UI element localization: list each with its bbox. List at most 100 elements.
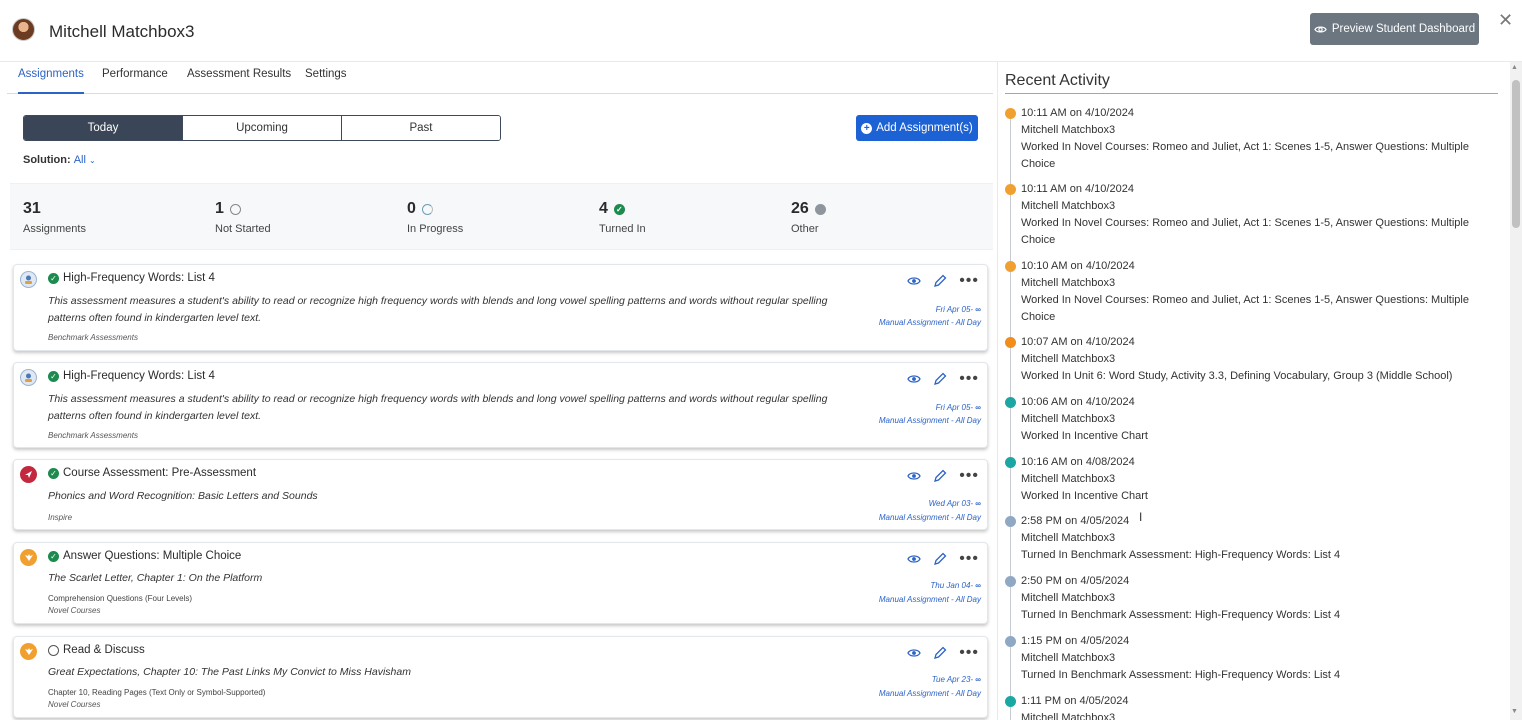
- assignment-title[interactable]: ✓ Answer Questions: Multiple Choice: [48, 550, 241, 562]
- eye-icon[interactable]: [907, 471, 921, 481]
- assignment-activity-type: Comprehension Questions (Four Levels): [48, 594, 193, 603]
- check-icon: ✓: [48, 370, 59, 382]
- segment-today[interactable]: Today: [24, 116, 183, 140]
- infinity-icon: ∞: [975, 305, 981, 314]
- tab-assignments[interactable]: Assignments: [18, 68, 84, 94]
- stat-value: 1: [215, 200, 224, 217]
- assignment-type: Manual Assignment - All Day: [878, 416, 981, 425]
- not-started-icon: [229, 203, 241, 215]
- assignment-card[interactable]: ✓ High-Frequency Words: List 4 This asses…: [13, 362, 988, 448]
- activity-time: 10:11 AM on 4/10/2024: [1021, 107, 1134, 119]
- assignment-description: Phonics and Word Recognition: Basic Lett…: [48, 490, 318, 502]
- assignment-stats: 31 Assignments 1 Not Started 0 In Progre…: [10, 183, 993, 250]
- close-icon[interactable]: ✕: [1498, 10, 1513, 31]
- benchmark-icon: [1005, 636, 1016, 647]
- assignment-title-text: Answer Questions: Multiple Choice: [63, 550, 242, 562]
- more-options-icon[interactable]: •••: [959, 551, 979, 567]
- novel-courses-icon: [20, 549, 37, 566]
- student-tabs: Assignments Performance Assessment Resul…: [7, 62, 993, 94]
- assignment-description: The Scarlet Letter, Chapter 1: On the Pl…: [48, 572, 263, 584]
- chevron-down-icon: ⌄: [89, 156, 96, 165]
- assignment-title[interactable]: ✓ High-Frequency Words: List 4: [48, 370, 215, 382]
- activity-item: 10:07 AM on 4/10/2024 Mitchell Matchbox3…: [1005, 334, 1490, 385]
- check-icon: ✓: [613, 203, 625, 215]
- eye-icon[interactable]: [907, 374, 921, 384]
- stat-label: Not Started: [215, 223, 271, 235]
- assignment-description: This assessment measures a student's abi…: [48, 393, 828, 422]
- activity-item: 10:16 AM on 4/08/2024 Mitchell Matchbox3…: [1005, 454, 1490, 505]
- pencil-icon[interactable]: [933, 372, 947, 386]
- pencil-icon[interactable]: [933, 552, 947, 566]
- student-name: Mitchell Matchbox3: [49, 22, 195, 41]
- activity-item: 10:11 AM on 4/10/2024 Mitchell Matchbox3…: [1005, 181, 1490, 249]
- more-options-icon[interactable]: •••: [959, 371, 979, 387]
- activity-time: 1:11 PM on 4/05/2024: [1021, 695, 1129, 707]
- activity-item: 2:50 PM on 4/05/2024 Mitchell Matchbox3 …: [1005, 573, 1490, 624]
- recent-activity-underline: [1005, 93, 1498, 94]
- activity-item: 1:15 PM on 4/05/2024 Mitchell Matchbox3 …: [1005, 633, 1490, 684]
- assignment-date: Tue Apr 23- ∞: [932, 675, 981, 684]
- assignment-card[interactable]: Read & Discuss Great Expectations, Chapt…: [13, 636, 988, 718]
- eye-icon[interactable]: [907, 554, 921, 564]
- pencil-icon[interactable]: [933, 646, 947, 660]
- stat-label: In Progress: [407, 223, 464, 235]
- tab-assessment-results[interactable]: Assessment Results: [187, 68, 291, 94]
- activity-time: 10:06 AM on 4/10/2024: [1021, 396, 1135, 408]
- stat-value: 31: [23, 200, 41, 217]
- activity-user: Mitchell Matchbox3: [1021, 124, 1116, 136]
- assignment-title-text: Read & Discuss: [63, 644, 145, 656]
- text-cursor-icon: I: [1139, 510, 1143, 524]
- more-options-icon[interactable]: •••: [959, 468, 979, 484]
- eye-icon[interactable]: [907, 276, 921, 286]
- assignment-title[interactable]: ✓ Course Assessment: Pre-Assessment: [48, 467, 256, 479]
- eye-icon[interactable]: [907, 648, 921, 658]
- infinity-icon: ∞: [975, 581, 981, 590]
- stat-value: 4: [599, 200, 608, 217]
- assignment-title-text: Course Assessment: Pre-Assessment: [63, 467, 257, 479]
- stat-value: 0: [407, 200, 416, 217]
- tab-performance[interactable]: Performance: [102, 68, 168, 94]
- preview-button-label: Preview Student Dashboard: [1331, 23, 1476, 35]
- assignment-date-text: Wed Apr 03-: [928, 499, 974, 508]
- benchmark-icon: [1005, 576, 1016, 587]
- activity-user: Mitchell Matchbox3: [1021, 413, 1116, 425]
- activity-description: Worked In Novel Courses: Romeo and Julie…: [1021, 217, 1469, 246]
- activity-description: Worked In Novel Courses: Romeo and Julie…: [1021, 294, 1469, 323]
- assignment-card[interactable]: ✓ Course Assessment: Pre-Assessment Phoni…: [13, 459, 988, 530]
- segment-upcoming[interactable]: Upcoming: [183, 116, 342, 140]
- activity-user: Mitchell Matchbox3: [1021, 652, 1116, 664]
- plus-icon: +: [861, 122, 873, 134]
- more-options-icon[interactable]: •••: [959, 273, 979, 289]
- tab-settings[interactable]: Settings: [305, 68, 347, 94]
- assignment-date: Thu Jan 04- ∞: [930, 581, 981, 590]
- stat-turned-in: 4 ✓ Turned In: [599, 200, 646, 235]
- more-options-icon[interactable]: •••: [959, 645, 979, 661]
- activity-user: Mitchell Matchbox3: [1021, 473, 1116, 485]
- assignment-date-text: Thu Jan 04-: [930, 581, 974, 590]
- solution-label: Solution:: [23, 154, 71, 166]
- pencil-icon[interactable]: [933, 469, 947, 483]
- assignment-title[interactable]: ✓ High-Frequency Words: List 4: [48, 272, 215, 284]
- scrollbar-thumb[interactable]: [1512, 80, 1520, 228]
- word-study-icon: [1005, 337, 1016, 348]
- preview-student-dashboard-button[interactable]: Preview Student Dashboard: [1310, 13, 1479, 45]
- assignment-title[interactable]: Read & Discuss: [48, 644, 145, 656]
- pencil-icon[interactable]: [933, 274, 947, 288]
- card-actions: •••: [907, 273, 979, 289]
- assignment-category: Novel Courses: [48, 606, 101, 615]
- stat-in-progress: 0 In Progress: [407, 200, 463, 235]
- assignment-card[interactable]: ✓ High-Frequency Words: List 4 This asses…: [13, 264, 988, 351]
- infinity-icon: ∞: [975, 675, 981, 684]
- activity-item: 10:10 AM on 4/10/2024 Mitchell Matchbox3…: [1005, 258, 1490, 326]
- scroll-up-icon[interactable]: ▲: [1511, 64, 1518, 71]
- infinity-icon: ∞: [975, 403, 981, 412]
- assignment-date-text: Tue Apr 23-: [931, 675, 974, 684]
- assignment-card[interactable]: ✓ Answer Questions: Multiple Choice The S…: [13, 542, 988, 624]
- segment-past[interactable]: Past: [342, 116, 500, 140]
- add-assignment-button[interactable]: + Add Assignment(s): [856, 115, 978, 141]
- activity-user: Mitchell Matchbox3: [1021, 712, 1116, 720]
- panel-divider: [997, 62, 998, 720]
- scroll-down-icon[interactable]: ▼: [1511, 708, 1518, 715]
- incentive-chart-icon: [1005, 457, 1016, 468]
- solution-dropdown[interactable]: All ⌄: [74, 154, 96, 166]
